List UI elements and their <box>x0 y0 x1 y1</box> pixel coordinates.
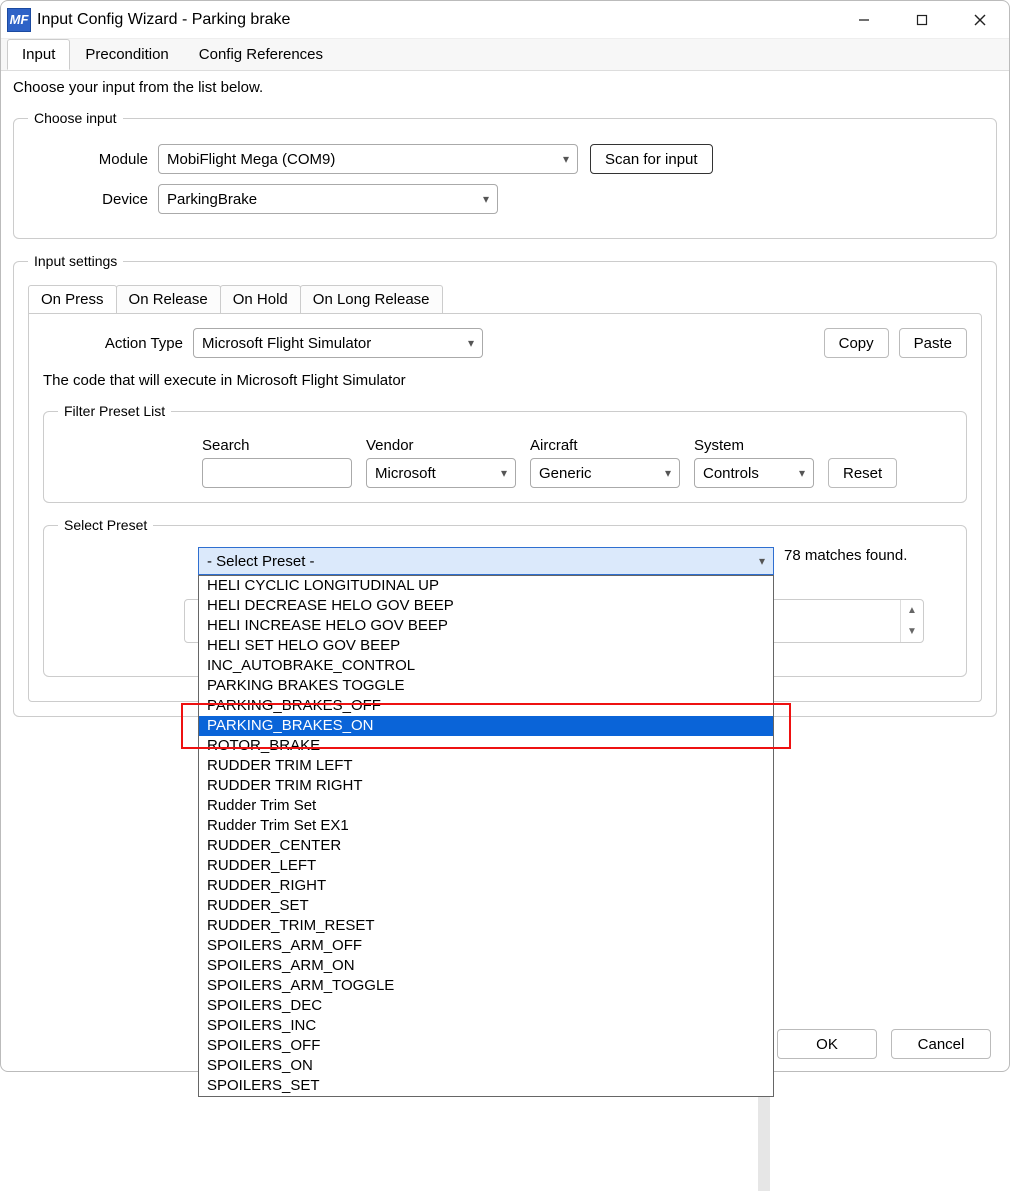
tab-config-references[interactable]: Config References <box>184 39 338 70</box>
filter-preset-legend: Filter Preset List <box>58 403 171 419</box>
copy-button[interactable]: Copy <box>824 328 889 358</box>
preset-option[interactable]: SPOILERS_ARM_ON <box>199 956 773 976</box>
select-preset-group: Select Preset - Select Preset - ▾ 78 mat… <box>43 517 967 677</box>
close-button[interactable] <box>951 2 1009 38</box>
preset-option[interactable]: PARKING_BRAKES_ON <box>199 716 773 736</box>
module-select[interactable]: MobiFlight Mega (COM9) ▾ <box>158 144 578 174</box>
preset-option[interactable]: ROTOR_BRAKE <box>199 736 773 756</box>
preset-option[interactable]: PARKING BRAKES TOGGLE <box>199 676 773 696</box>
matches-count: 78 matches found. <box>784 547 907 564</box>
maximize-button[interactable] <box>893 2 951 38</box>
event-panel: Action Type Microsoft Flight Simulator ▾… <box>28 313 982 702</box>
scan-for-input-button[interactable]: Scan for input <box>590 144 713 174</box>
filter-preset-group: Filter Preset List Search Vendor Microso… <box>43 403 967 503</box>
system-select[interactable]: Controls ▾ <box>694 458 814 488</box>
chevron-down-icon: ▾ <box>483 192 489 206</box>
chevron-down-icon: ▾ <box>468 336 474 350</box>
preset-placeholder: - Select Preset - <box>207 553 315 570</box>
dialog-footer: OK Cancel <box>777 1029 991 1059</box>
aircraft-select[interactable]: Generic ▾ <box>530 458 680 488</box>
preset-option[interactable]: SPOILERS_SET <box>199 1076 773 1096</box>
choose-input-legend: Choose input <box>28 110 123 126</box>
search-label: Search <box>202 437 352 454</box>
tab-on-hold[interactable]: On Hold <box>220 285 301 313</box>
spinner-up-icon[interactable]: ▲ <box>901 600 923 621</box>
preset-option[interactable]: Rudder Trim Set EX1 <box>199 816 773 836</box>
preset-option[interactable]: SPOILERS_ON <box>199 1056 773 1076</box>
preset-option[interactable]: HELI INCREASE HELO GOV BEEP <box>199 616 773 636</box>
reset-button[interactable]: Reset <box>828 458 897 488</box>
app-icon: MF <box>7 8 31 32</box>
spinner-down-icon[interactable]: ▼ <box>901 621 923 642</box>
select-preset-legend: Select Preset <box>58 517 153 533</box>
device-value: ParkingBrake <box>167 191 257 208</box>
preset-option[interactable]: RUDDER_SET <box>199 896 773 916</box>
choose-input-group: Choose input Module MobiFlight Mega (COM… <box>13 110 997 239</box>
code-description: The code that will execute in Microsoft … <box>43 372 967 389</box>
system-label: System <box>694 437 814 454</box>
paste-button[interactable]: Paste <box>899 328 967 358</box>
preset-option[interactable]: HELI CYCLIC LONGITUDINAL UP <box>199 576 773 596</box>
chevron-down-icon: ▾ <box>799 466 805 480</box>
preset-option[interactable]: RUDDER TRIM LEFT <box>199 756 773 776</box>
window-controls <box>835 2 1009 38</box>
preset-option[interactable]: SPOILERS_DEC <box>199 996 773 1016</box>
preset-option[interactable]: HELI SET HELO GOV BEEP <box>199 636 773 656</box>
titlebar: MF Input Config Wizard - Parking brake <box>1 1 1009 39</box>
preset-option[interactable]: RUDDER_LEFT <box>199 856 773 876</box>
input-settings-legend: Input settings <box>28 253 123 269</box>
module-value: MobiFlight Mega (COM9) <box>167 151 335 168</box>
module-label: Module <box>28 151 158 168</box>
preset-option[interactable]: RUDDER_RIGHT <box>199 876 773 896</box>
action-type-label: Action Type <box>43 335 193 352</box>
chevron-down-icon: ▾ <box>501 466 507 480</box>
tab-precondition[interactable]: Precondition <box>70 39 183 70</box>
tab-input[interactable]: Input <box>7 39 70 70</box>
cancel-button[interactable]: Cancel <box>891 1029 991 1059</box>
preset-option[interactable]: RUDDER_TRIM_RESET <box>199 916 773 936</box>
tab-on-long-release[interactable]: On Long Release <box>300 285 443 313</box>
chevron-down-icon: ▾ <box>759 554 765 568</box>
device-select[interactable]: ParkingBrake ▾ <box>158 184 498 214</box>
preset-option[interactable]: RUDDER_CENTER <box>199 836 773 856</box>
chevron-down-icon: ▾ <box>665 466 671 480</box>
aircraft-value: Generic <box>539 465 592 482</box>
preset-option[interactable]: PARKING_BRAKES_OFF <box>199 696 773 716</box>
preset-option[interactable]: HELI DECREASE HELO GOV BEEP <box>199 596 773 616</box>
vendor-select[interactable]: Microsoft ▾ <box>366 458 516 488</box>
vendor-value: Microsoft <box>375 465 436 482</box>
preset-option[interactable]: Rudder Trim Set <box>199 796 773 816</box>
preset-option[interactable]: SPOILERS_OFF <box>199 1036 773 1056</box>
preset-option[interactable]: SPOILERS_INC <box>199 1016 773 1036</box>
ok-button[interactable]: OK <box>777 1029 877 1059</box>
action-type-value: Microsoft Flight Simulator <box>202 335 371 352</box>
search-input[interactable] <box>202 458 352 488</box>
preset-option[interactable]: RUDDER TRIM RIGHT <box>199 776 773 796</box>
preset-option[interactable]: INC_AUTOBRAKE_CONTROL <box>199 656 773 676</box>
tab-on-release[interactable]: On Release <box>116 285 221 313</box>
preset-dropdown[interactable]: HELI CYCLIC LONGITUDINAL UPHELI DECREASE… <box>198 575 774 1097</box>
event-tabs: On Press On Release On Hold On Long Rele… <box>28 285 982 313</box>
main-tabs: Input Precondition Config References <box>1 39 1009 71</box>
preset-select[interactable]: - Select Preset - ▾ <box>198 547 774 575</box>
input-settings-group: Input settings On Press On Release On Ho… <box>13 253 997 717</box>
system-value: Controls <box>703 465 759 482</box>
window-title: Input Config Wizard - Parking brake <box>37 11 290 29</box>
action-type-select[interactable]: Microsoft Flight Simulator ▾ <box>193 328 483 358</box>
tab-on-press[interactable]: On Press <box>28 285 117 313</box>
aircraft-label: Aircraft <box>530 437 680 454</box>
spinner-buttons[interactable]: ▲ ▼ <box>900 600 923 642</box>
minimize-button[interactable] <box>835 2 893 38</box>
intro-text: Choose your input from the list below. <box>13 79 997 96</box>
chevron-down-icon: ▾ <box>563 152 569 166</box>
preset-option[interactable]: SPOILERS_ARM_TOGGLE <box>199 976 773 996</box>
preset-option[interactable]: SPOILERS_ARM_OFF <box>199 936 773 956</box>
device-label: Device <box>28 191 158 208</box>
vendor-label: Vendor <box>366 437 516 454</box>
